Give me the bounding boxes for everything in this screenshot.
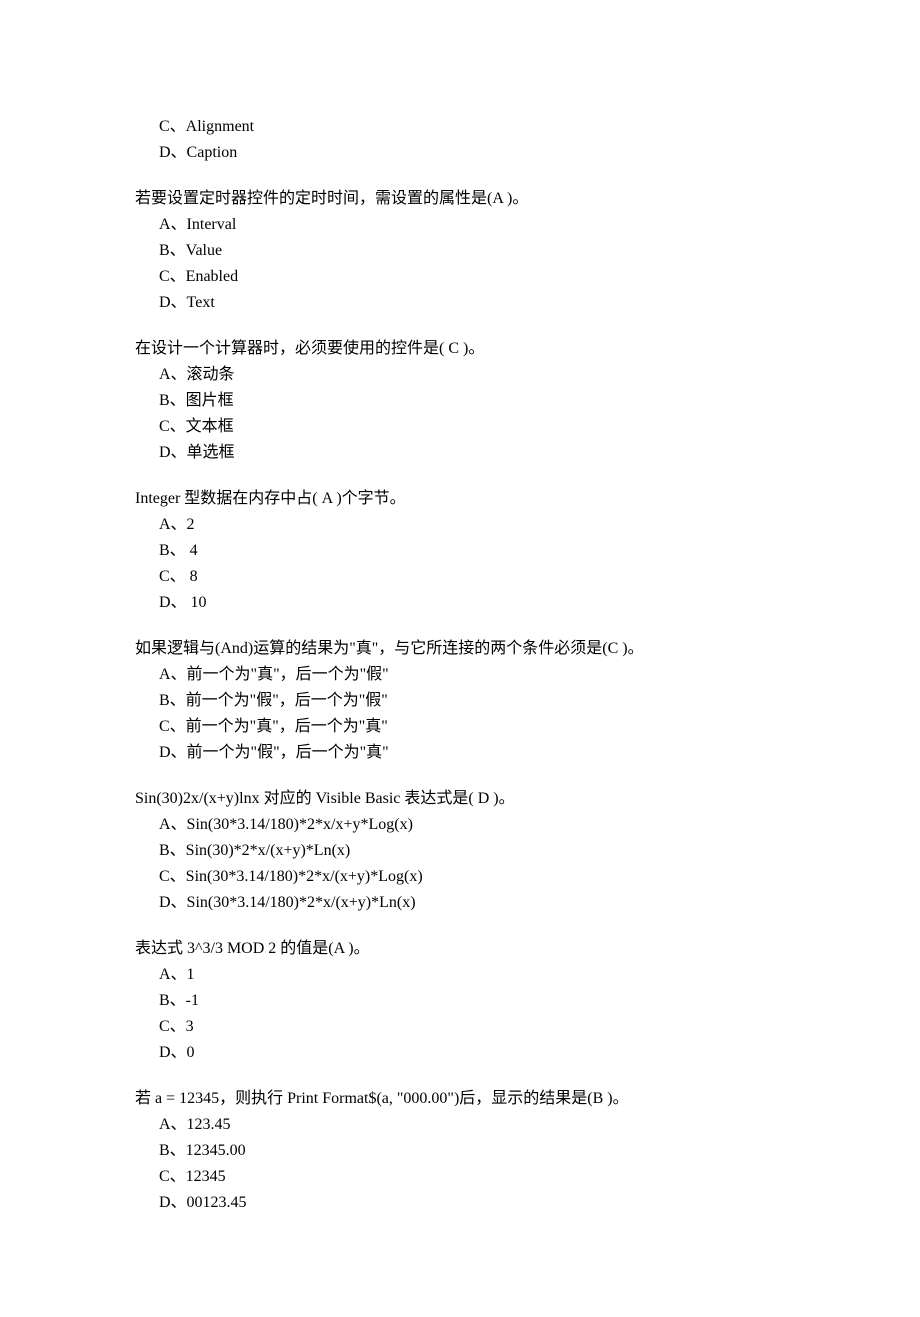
option-a: A、前一个为"真"，后一个为"假" — [135, 663, 785, 687]
question-4: 如果逻辑与(And)运算的结果为"真"，与它所连接的两个条件必须是(C )。 A… — [135, 637, 785, 765]
question-stem: Integer 型数据在内存中占( A )个字节。 — [135, 487, 785, 511]
option-d: D、 10 — [135, 591, 785, 615]
stem-pre: 表达式 3^3/3 MOD 2 的值是(A )。 — [135, 940, 370, 957]
stem-post: )个字节。 — [336, 490, 405, 507]
question-stem: 在设计一个计算器时，必须要使用的控件是( C )。 — [135, 337, 785, 361]
question-stem: 若要设置定时器控件的定时时间，需设置的属性是(A )。 — [135, 187, 785, 211]
option-d: D、00123.45 — [135, 1191, 785, 1215]
question-stem: 若 a = 12345，则执行 Print Format$(a, "000.00… — [135, 1087, 785, 1111]
option-d: D、前一个为"假"，后一个为"真" — [135, 741, 785, 765]
option-b: B、12345.00 — [135, 1139, 785, 1163]
option-b: B、图片框 — [135, 389, 785, 413]
question-2: 在设计一个计算器时，必须要使用的控件是( C )。 A、滚动条 B、图片框 C、… — [135, 337, 785, 465]
option-b: B、Sin(30)*2*x/(x+y)*Ln(x) — [135, 839, 785, 863]
orphan-option-c: C、Alignment — [135, 115, 785, 139]
document-page: C、Alignment D、Caption 若要设置定时器控件的定时时间，需设置… — [0, 0, 920, 1317]
orphan-option-d: D、Caption — [135, 141, 785, 165]
stem-post: )。 — [622, 640, 643, 657]
option-a: A、1 — [135, 963, 785, 987]
stem-pre: 若 a = 12345，则执行 Print Format$(a, "000.00… — [135, 1090, 629, 1107]
stem-pre: Integer 型数据在内存中占( A — [135, 490, 332, 507]
option-c: C、前一个为"真"，后一个为"真" — [135, 715, 785, 739]
stem-pre: 如果逻辑与(And)运算的结果为"真"，与它所连接的两个条件必须是(C — [135, 640, 618, 657]
option-c: C、Sin(30*3.14/180)*2*x/(x+y)*Log(x) — [135, 865, 785, 889]
option-c: C、 8 — [135, 565, 785, 589]
option-a: A、2 — [135, 513, 785, 537]
option-d: D、单选框 — [135, 441, 785, 465]
option-b: B、 4 — [135, 539, 785, 563]
question-3: Integer 型数据在内存中占( A )个字节。 A、2 B、 4 C、 8 … — [135, 487, 785, 615]
option-d: D、Sin(30*3.14/180)*2*x/(x+y)*Ln(x) — [135, 891, 785, 915]
question-stem: 表达式 3^3/3 MOD 2 的值是(A )。 — [135, 937, 785, 961]
stem-post: )。 — [463, 340, 484, 357]
option-b: B、-1 — [135, 989, 785, 1013]
option-a: A、Interval — [135, 213, 785, 237]
stem-pre: 在设计一个计算器时，必须要使用的控件是( C — [135, 340, 459, 357]
question-7: 若 a = 12345，则执行 Print Format$(a, "000.00… — [135, 1087, 785, 1215]
stem-post: )。 — [493, 790, 514, 807]
option-c: C、文本框 — [135, 415, 785, 439]
option-c: C、3 — [135, 1015, 785, 1039]
option-b: B、前一个为"假"，后一个为"假" — [135, 689, 785, 713]
option-a: A、123.45 — [135, 1113, 785, 1137]
question-6: 表达式 3^3/3 MOD 2 的值是(A )。 A、1 B、-1 C、3 D、… — [135, 937, 785, 1065]
stem-post: )。 — [507, 190, 528, 207]
option-a: A、Sin(30*3.14/180)*2*x/x+y*Log(x) — [135, 813, 785, 837]
question-stem: Sin(30)2x/(x+y)lnx 对应的 Visible Basic 表达式… — [135, 787, 785, 811]
question-stem: 如果逻辑与(And)运算的结果为"真"，与它所连接的两个条件必须是(C )。 — [135, 637, 785, 661]
stem-pre: Sin(30)2x/(x+y)lnx 对应的 Visible Basic 表达式… — [135, 790, 489, 807]
stem-pre: 若要设置定时器控件的定时时间，需设置的属性是(A — [135, 190, 503, 207]
option-d: D、Text — [135, 291, 785, 315]
question-1: 若要设置定时器控件的定时时间，需设置的属性是(A )。 A、Interval B… — [135, 187, 785, 315]
option-a: A、滚动条 — [135, 363, 785, 387]
option-b: B、Value — [135, 239, 785, 263]
option-c: C、12345 — [135, 1165, 785, 1189]
option-d: D、0 — [135, 1041, 785, 1065]
option-c: C、Enabled — [135, 265, 785, 289]
question-5: Sin(30)2x/(x+y)lnx 对应的 Visible Basic 表达式… — [135, 787, 785, 915]
